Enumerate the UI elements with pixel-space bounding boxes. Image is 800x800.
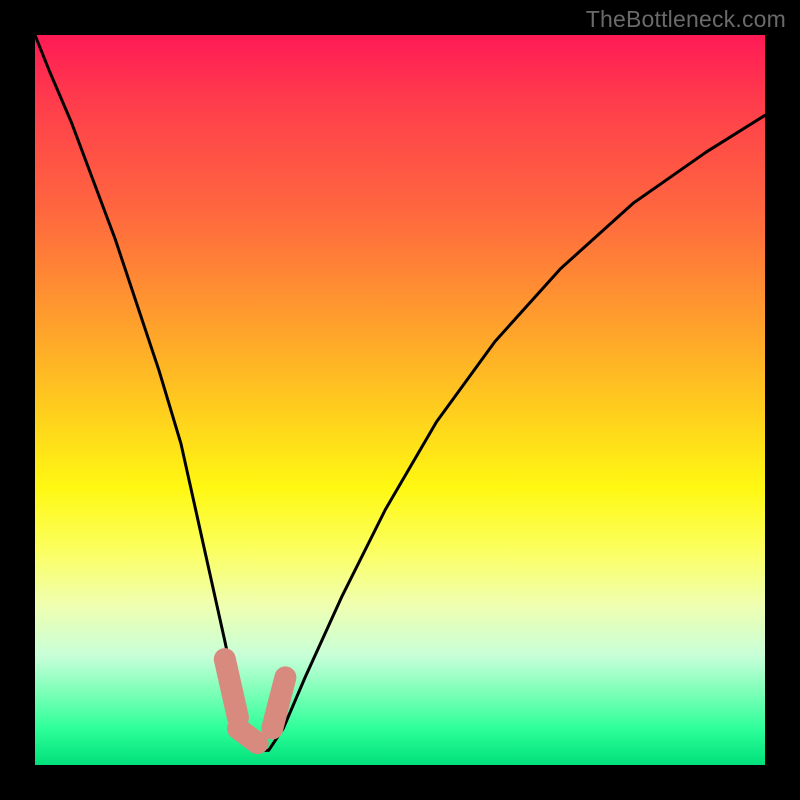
marker-seg-2 [238,729,258,744]
bottleneck-curve [35,35,765,750]
marker-seg-3 [272,677,285,728]
chart-frame: TheBottleneck.com [0,0,800,800]
attribution-text: TheBottleneck.com [586,6,786,33]
marker-seg-1 [225,659,238,717]
curve-layer [0,0,800,800]
